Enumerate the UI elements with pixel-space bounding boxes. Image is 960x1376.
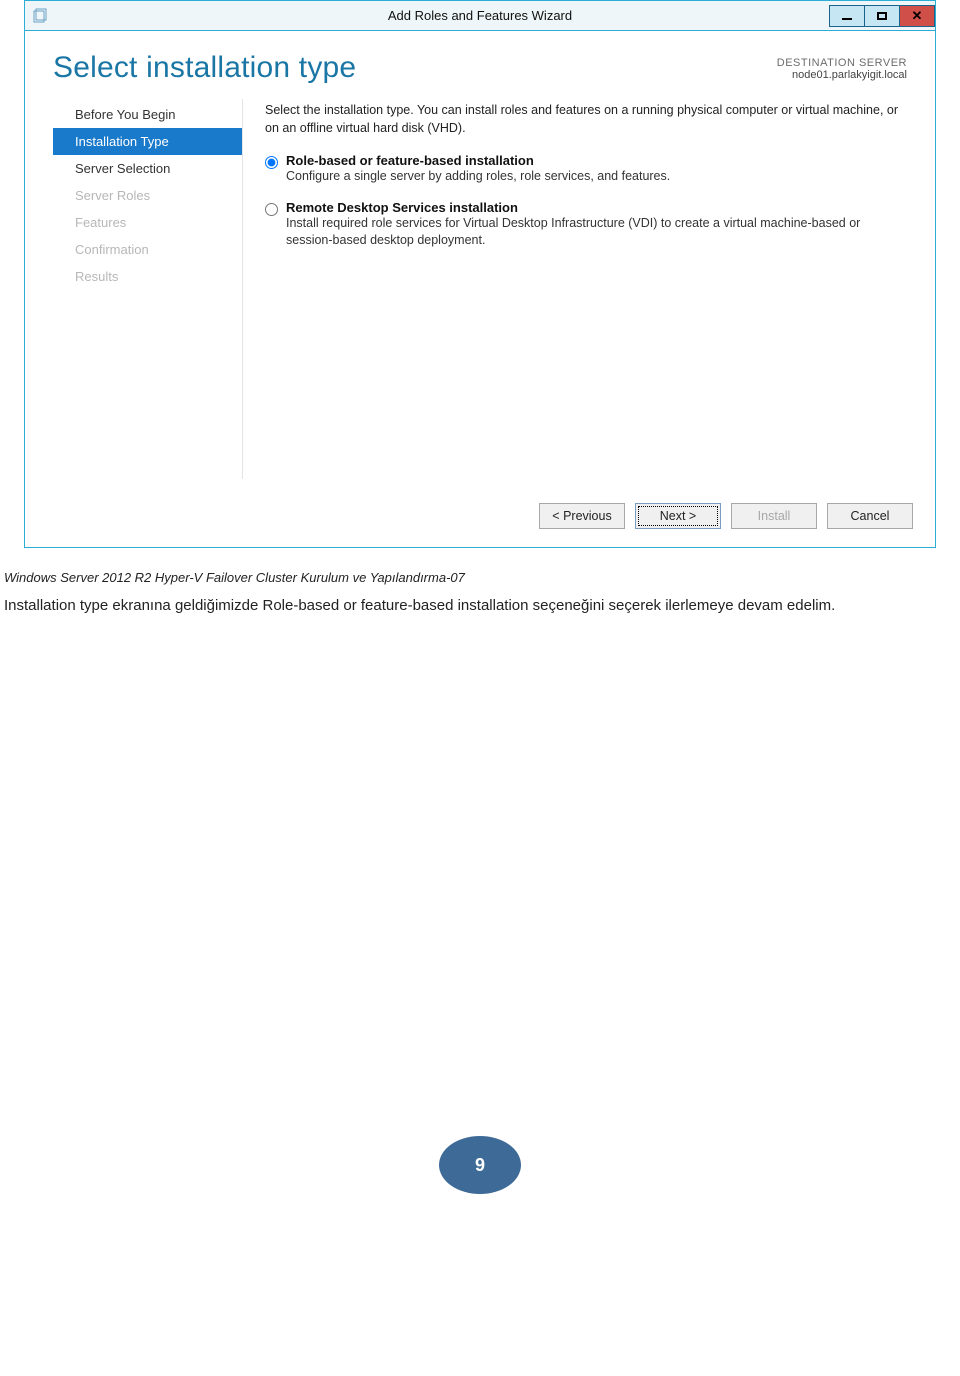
- wizard-icon: [31, 7, 49, 25]
- option-role-based-desc: Configure a single server by adding role…: [286, 168, 901, 186]
- option-rds[interactable]: Remote Desktop Services installation Ins…: [265, 200, 901, 250]
- next-button[interactable]: Next >: [635, 503, 721, 529]
- option-rds-radio[interactable]: [265, 203, 278, 216]
- page-number-badge: 9: [439, 1136, 521, 1194]
- close-button[interactable]: ✕: [899, 5, 935, 27]
- sidebar-item-before-you-begin[interactable]: Before You Begin: [53, 101, 242, 128]
- minimize-button[interactable]: [829, 5, 865, 27]
- option-role-based-radio[interactable]: [265, 156, 278, 169]
- destination-server-box: DESTINATION SERVER node01.parlakyigit.lo…: [777, 51, 907, 81]
- option-rds-title: Remote Desktop Services installation: [286, 200, 901, 215]
- sidebar-item-confirmation: Confirmation: [53, 236, 242, 263]
- maximize-button[interactable]: [864, 5, 900, 27]
- window-titlebar: Add Roles and Features Wizard ✕: [25, 1, 935, 31]
- cancel-button[interactable]: Cancel: [827, 503, 913, 529]
- intro-text: Select the installation type. You can in…: [265, 101, 901, 137]
- destination-server-label: DESTINATION SERVER: [777, 57, 907, 69]
- sidebar-item-features: Features: [53, 209, 242, 236]
- destination-server-value: node01.parlakyigit.local: [777, 69, 907, 81]
- wizard-sidebar: Before You Begin Installation Type Serve…: [53, 99, 243, 479]
- window-controls: ✕: [830, 5, 935, 27]
- body-paragraph: Installation type ekranına geldiğimizde …: [0, 595, 960, 616]
- previous-button[interactable]: < Previous: [539, 503, 625, 529]
- figure-caption: Windows Server 2012 R2 Hyper-V Failover …: [0, 570, 960, 585]
- sidebar-item-server-selection[interactable]: Server Selection: [53, 155, 242, 182]
- page-title: Select installation type: [53, 51, 356, 85]
- wizard-button-row: < Previous Next > Install Cancel: [25, 489, 935, 547]
- option-role-based[interactable]: Role-based or feature-based installation…: [265, 153, 901, 186]
- option-rds-desc: Install required role services for Virtu…: [286, 215, 901, 250]
- wizard-window: Add Roles and Features Wizard ✕ Select i…: [24, 0, 936, 548]
- option-role-based-title: Role-based or feature-based installation: [286, 153, 901, 168]
- wizard-main: Select the installation type. You can in…: [243, 99, 907, 479]
- sidebar-item-installation-type[interactable]: Installation Type: [53, 128, 242, 155]
- window-title: Add Roles and Features Wizard: [25, 8, 935, 23]
- install-button: Install: [731, 503, 817, 529]
- sidebar-item-results: Results: [53, 263, 242, 290]
- sidebar-item-server-roles: Server Roles: [53, 182, 242, 209]
